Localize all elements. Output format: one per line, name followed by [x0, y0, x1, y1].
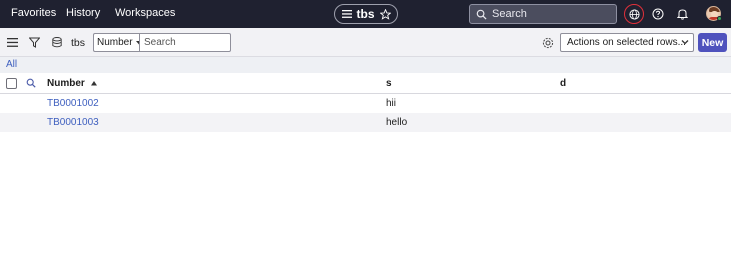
- cell-s: hii: [386, 98, 397, 109]
- nav-favorites[interactable]: Favorites: [11, 7, 56, 19]
- record-number-link[interactable]: TB0001002: [47, 98, 99, 109]
- table-row: TB0001002 hii: [0, 94, 731, 113]
- database-table-icon[interactable]: [50, 36, 63, 49]
- global-search-input[interactable]: Search: [469, 4, 617, 24]
- breadcrumb: All: [0, 57, 731, 73]
- cell-s: hello: [386, 117, 408, 128]
- global-search-placeholder: Search: [492, 8, 527, 20]
- help-icon[interactable]: [651, 7, 665, 21]
- search-field-select[interactable]: Number: [93, 33, 142, 52]
- presence-status-dot: [717, 16, 722, 21]
- language-globe-button[interactable]: [624, 4, 644, 24]
- star-favorite-icon[interactable]: [379, 8, 391, 20]
- search-icon: [476, 9, 487, 20]
- nav-workspaces[interactable]: Workspaces: [115, 7, 175, 19]
- globe-icon: [628, 8, 640, 20]
- current-app-title: tbs: [356, 7, 375, 21]
- column-header-d[interactable]: d: [560, 78, 566, 89]
- list-context-menu-icon[interactable]: [6, 36, 19, 49]
- actions-select-label: Actions on selected rows...: [567, 37, 686, 48]
- list-menu-icon: [341, 10, 352, 18]
- settings-gear-icon[interactable]: [541, 36, 554, 49]
- table-row: TB0001003 hello: [0, 113, 731, 132]
- select-all-checkbox[interactable]: [6, 78, 17, 89]
- breadcrumb-all[interactable]: All: [6, 59, 17, 70]
- column-header-number[interactable]: Number: [47, 78, 97, 89]
- filter-icon[interactable]: [28, 36, 41, 49]
- list-title: tbs: [71, 37, 86, 49]
- list-search-input[interactable]: [139, 33, 231, 52]
- column-header-s[interactable]: s: [386, 78, 392, 89]
- record-number-link[interactable]: TB0001003: [47, 117, 99, 128]
- column-search-icon[interactable]: [26, 78, 36, 91]
- new-record-button[interactable]: New: [698, 33, 727, 52]
- search-field-select-value: Number: [97, 37, 133, 48]
- actions-on-selected-rows-select[interactable]: Actions on selected rows...: [560, 33, 694, 52]
- nav-history[interactable]: History: [66, 7, 100, 19]
- column-header-number-label: Number: [47, 78, 85, 90]
- table-header-row: Number s d: [0, 73, 731, 94]
- chevron-down-icon: [681, 38, 689, 49]
- list-toolbar: tbs Number Actions on selected rows... N…: [0, 28, 731, 57]
- current-app-pill[interactable]: tbs: [334, 4, 398, 24]
- notifications-bell-icon[interactable]: [675, 7, 689, 21]
- top-navigation-bar: Favorites History Workspaces tbs Search: [0, 0, 731, 28]
- sort-ascending-icon: [90, 78, 97, 89]
